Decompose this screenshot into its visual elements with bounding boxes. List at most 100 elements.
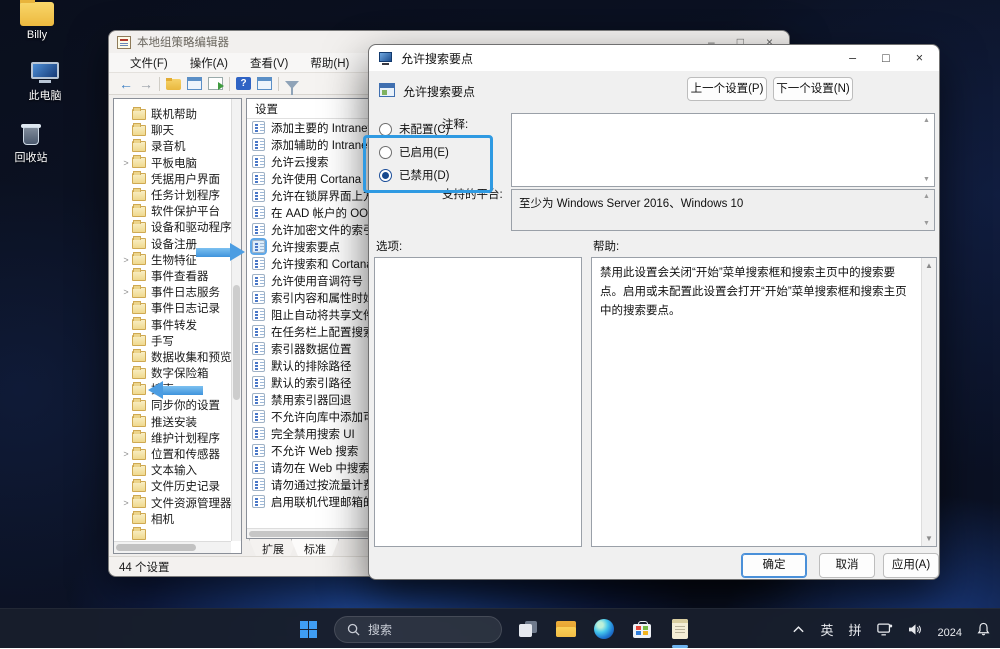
desktop-wallpaper: Billy 此电脑 回收站 本地组策略编辑器 – □ × 文件(F)操作(A)查… [0, 0, 1000, 648]
setting-item-label: 默认的索引路径 [271, 375, 352, 391]
setting-item-label: 请勿在 Web 中搜索或 [271, 460, 381, 476]
tray-chevron-up-icon[interactable] [792, 624, 805, 634]
tree-item[interactable]: > 文件资源管理器 [114, 495, 231, 511]
help-icon[interactable]: ? [236, 77, 251, 90]
desktop-icon-recycle-bin[interactable]: 回收站 [0, 122, 66, 165]
tree-item-label: 事件日志服务 [151, 284, 220, 300]
tree-item-label: 软件保护平台 [151, 203, 220, 219]
tree-horizontal-scrollbar[interactable] [114, 541, 231, 553]
tree-item[interactable]: 设备和驱动程序兼容性 [114, 219, 231, 235]
dialog-maximize-button[interactable]: □ [882, 51, 890, 65]
toolbar-separator [278, 77, 279, 91]
tree-item-label: 位置和传感器 [151, 446, 220, 462]
folder-icon [132, 125, 146, 136]
radio-icon[interactable] [379, 123, 392, 136]
chevron-right-icon[interactable]: > [120, 158, 132, 168]
start-button[interactable] [296, 613, 320, 645]
volume-icon[interactable] [908, 623, 923, 636]
chevron-right-icon[interactable]: > [120, 449, 132, 459]
ok-button[interactable]: 确定 [741, 553, 807, 578]
options-pane[interactable] [374, 257, 582, 547]
setting-item-label: 在 AAD 帐户的 OOBE [271, 205, 383, 221]
policy-setting-icon [252, 478, 265, 491]
menu-item[interactable]: 帮助(H) [299, 53, 360, 73]
tree-item[interactable]: 凭据用户界面 [114, 171, 231, 187]
desktop-icon-this-pc[interactable]: 此电脑 [10, 62, 80, 103]
tree-item[interactable]: 推送安装 [114, 414, 231, 430]
annotation-arrow-left-icon [148, 381, 203, 400]
tree-item[interactable]: > 事件日志服务 [114, 284, 231, 300]
windows-logo-icon [300, 621, 317, 638]
dialog-close-button[interactable]: × [916, 51, 923, 65]
folder-icon [132, 449, 146, 460]
filter-icon[interactable] [285, 81, 299, 89]
cancel-button[interactable]: 取消 [819, 553, 875, 578]
scroll-arrows[interactable]: ▲▼ [920, 115, 933, 185]
ime-pinyin-indicator[interactable]: 拼 [849, 620, 862, 639]
date-text[interactable]: 2024 [938, 627, 962, 639]
export-list-icon[interactable] [208, 77, 223, 90]
forward-icon[interactable]: → [139, 77, 153, 91]
menu-item[interactable]: 查看(V) [239, 53, 299, 73]
tree-vertical-scrollbar[interactable] [231, 99, 241, 541]
network-display-icon[interactable] [877, 623, 893, 636]
tree-item[interactable]: 数字保险箱 [114, 365, 231, 381]
dialog-titlebar[interactable]: 允许搜索要点 – □ × [369, 45, 939, 71]
tree-item[interactable]: 数据收集和预览版本 [114, 349, 231, 365]
notification-bell-icon[interactable] [977, 622, 990, 636]
show-console-tree-icon[interactable] [187, 77, 202, 90]
next-setting-button[interactable]: 下一个设置(N) [773, 77, 853, 101]
task-view-button[interactable] [516, 613, 540, 645]
properties-icon[interactable] [257, 77, 272, 90]
comment-textbox[interactable]: ▲▼ [511, 113, 935, 187]
toolbar-separator [159, 77, 160, 91]
folder-icon [132, 109, 146, 120]
taskbar-search[interactable]: 搜索 [334, 616, 502, 643]
chevron-right-icon[interactable]: > [120, 287, 132, 297]
tree-item[interactable]: 文件历史记录 [114, 478, 231, 494]
chevron-right-icon[interactable]: > [120, 255, 132, 265]
ime-english-indicator[interactable]: 英 [820, 620, 833, 639]
setting-item-label: 完全禁用搜索 UI [271, 426, 355, 442]
gpedit-app-icon [117, 36, 131, 49]
gpedit-taskbar-button[interactable] [668, 613, 692, 645]
policy-setting-icon [252, 138, 265, 151]
help-scrollbar[interactable]: ▲▼ [921, 258, 936, 546]
tree-item[interactable]: 任务计划程序 [114, 187, 231, 203]
tree-item[interactable]: 软件保护平台 [114, 203, 231, 219]
tree-item[interactable]: 维护计划程序 [114, 430, 231, 446]
menu-item[interactable]: 操作(A) [179, 53, 239, 73]
menu-item[interactable]: 文件(F) [119, 53, 179, 73]
options-label: 选项: [376, 238, 402, 254]
up-folder-icon[interactable] [166, 79, 181, 90]
setting-item-label: 不允许 Web 搜索 [271, 443, 358, 459]
apply-button[interactable]: 应用(A) [883, 553, 939, 578]
policy-setting-icon [252, 495, 265, 508]
microsoft-store-button[interactable] [630, 613, 654, 645]
dialog-minimize-button[interactable]: – [849, 51, 856, 65]
tree-item[interactable]: 录音机 [114, 138, 231, 154]
tree-item[interactable]: > 平板电脑 [114, 155, 231, 171]
tree-item[interactable]: 手写 [114, 333, 231, 349]
tree-item[interactable]: 事件转发 [114, 316, 231, 332]
tree-item[interactable]: 联机帮助 [114, 106, 231, 122]
tree-item[interactable]: 事件日志记录 [114, 300, 231, 316]
file-explorer-button[interactable] [554, 613, 578, 645]
chevron-right-icon[interactable]: > [120, 498, 132, 508]
scroll-arrows[interactable]: ▲▼ [920, 191, 933, 229]
tree-item-label: 文件历史记录 [151, 478, 220, 494]
tree-item[interactable]: 相机 [114, 511, 231, 527]
tree-item[interactable]: 事件查看器 [114, 268, 231, 284]
supported-on-value: 至少为 Windows Server 2016、Windows 10 [512, 190, 934, 211]
setting-item-label: 在任务栏上配置搜索 [271, 324, 375, 340]
desktop-icon-billy[interactable]: Billy [2, 2, 72, 41]
help-pane[interactable]: 禁用此设置会关闭“开始”菜单搜索框和搜索主页中的搜索要点。启用或未配置此设置会打… [591, 257, 937, 547]
tree-item[interactable]: > 位置和传感器 [114, 446, 231, 462]
tree-item[interactable]: 聊天 [114, 122, 231, 138]
back-icon[interactable]: ← [119, 77, 133, 91]
previous-setting-button[interactable]: 上一个设置(P) [687, 77, 767, 101]
edge-button[interactable] [592, 613, 616, 645]
tree-item[interactable]: 文本输入 [114, 462, 231, 478]
tree-item-label: 设备注册 [151, 236, 197, 252]
setting-item-label: 允许使用 Cortana [271, 171, 361, 187]
